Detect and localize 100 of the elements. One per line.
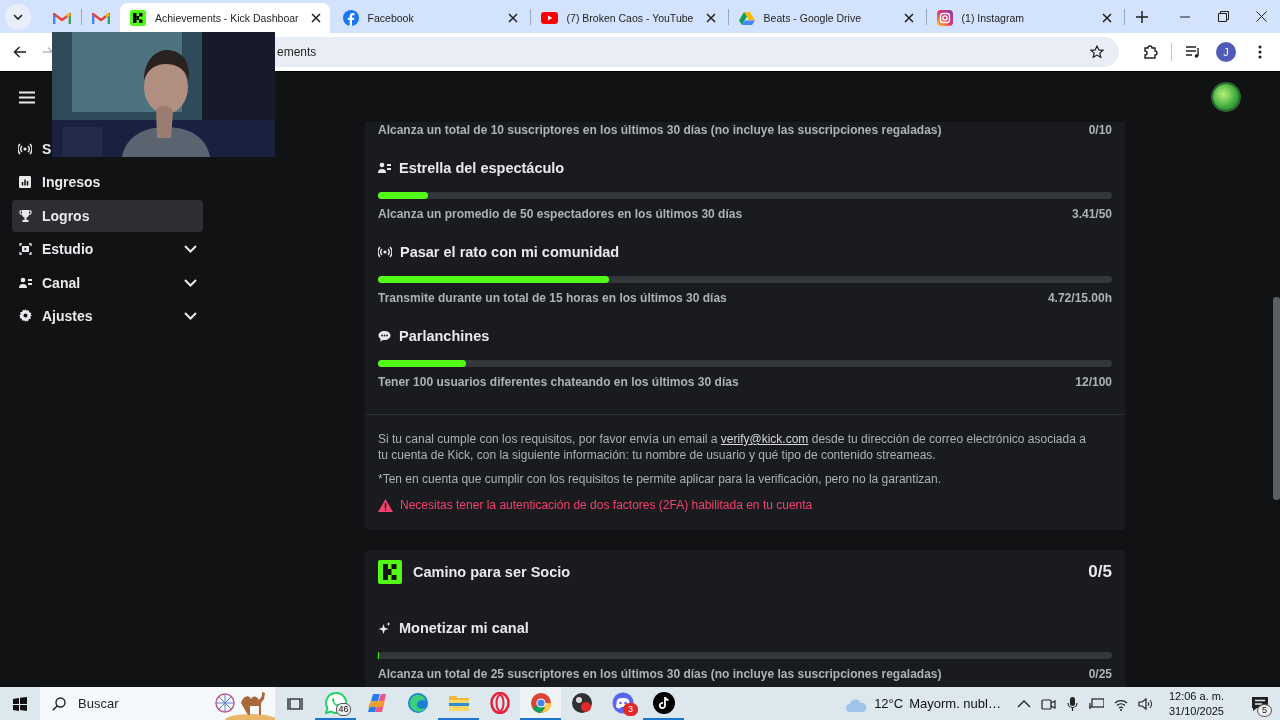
clock[interactable]: 12:06 a. m. 31/10/2025 (1154, 687, 1240, 720)
wave-logo-icon (406, 691, 429, 714)
broadcast-icon (18, 143, 32, 155)
warning-message: Necesitas tener la autenticación de dos factores (2FA) habilitada en tu cuenta (400, 497, 813, 513)
sparkle-icon (378, 621, 391, 635)
achievement-description: Alcanza un total de 25 suscriptores en los últimos 30 días (no incluye las suscripciones regaladas) (378, 666, 942, 682)
close-icon (1101, 13, 1112, 23)
achievement-description: Tener 100 usuarios diferentes chateando en los últimos 30 días (378, 374, 739, 390)
people-icon (378, 162, 391, 174)
card-title: Camino para ser Socio (413, 564, 572, 580)
sidebar-item[interactable]: Estudio (12, 233, 203, 266)
monitor-icon (1089, 697, 1105, 710)
broadcast-icon (378, 246, 392, 258)
speaker-icon (1138, 696, 1153, 711)
progress-count: 0/5 (1088, 562, 1112, 582)
progress-value: 3.41/50 (1071, 206, 1112, 222)
chevron-down-icon (184, 245, 197, 254)
network-button[interactable] (1086, 697, 1107, 710)
sidebar-item[interactable]: Ajustes (12, 299, 203, 332)
trophy-icon (18, 209, 32, 223)
screen-icon (18, 243, 32, 256)
browser-tab[interactable]: (7) Broken Caos - YouTube (530, 3, 725, 33)
task-view-icon (287, 696, 303, 711)
weather-widget[interactable]: 12°C Mayorm. nubl… (846, 687, 1015, 720)
play-icon (540, 12, 558, 24)
progress-value: 0/25 (1088, 666, 1112, 682)
ring-logo-icon (489, 691, 510, 714)
chevron-down-icon (184, 278, 197, 287)
close-icon (903, 13, 914, 23)
sidebar-item[interactable]: S (12, 133, 52, 165)
playlist-icon (1185, 45, 1201, 59)
restore-icon (1217, 11, 1229, 22)
progress-value: 0/10 (1088, 122, 1112, 138)
avatar-icon[interactable] (1213, 84, 1239, 110)
minimize-icon (1180, 15, 1190, 18)
sidebar-item[interactable]: Canal (12, 266, 203, 299)
achievement-title: Pasar el rato con mi comunidad (400, 244, 620, 260)
logo-icon (130, 10, 146, 26)
folder-icon (447, 693, 470, 712)
chat-bubble-icon (378, 330, 391, 342)
notification-badge: 46 (336, 703, 351, 716)
kebab-menu-icon (1258, 45, 1262, 59)
email-link[interactable]: verify@kick.com (720, 432, 809, 446)
people-icon (18, 276, 32, 289)
achievement-description: Transmite durante un total de 15 horas en los últimos 30 días (378, 290, 727, 306)
browser-tab[interactable]: Facebook (332, 3, 527, 33)
achievement-title: Monetizar mi canal (399, 620, 529, 636)
chat-bubble-icon (324, 691, 347, 714)
browser-logo-icon (529, 691, 552, 714)
camera-icon (1041, 696, 1057, 711)
swirl-icon (365, 691, 388, 714)
menu-icon (19, 90, 35, 104)
scrollbar[interactable] (1273, 297, 1280, 500)
volume-button[interactable] (1135, 696, 1155, 711)
settings-icon (18, 309, 32, 323)
back-arrow-icon (13, 46, 27, 58)
browser-tab[interactable]: (1) Instagram (926, 3, 1121, 33)
chevron-down-icon (13, 14, 23, 20)
puzzle-icon (1142, 44, 1158, 60)
triangle-logo-icon (738, 11, 755, 25)
notifications-button[interactable]: 5 (1240, 687, 1280, 720)
address-field[interactable]: ements (275, 37, 1119, 67)
achievement-title: Estrella del espectáculo (399, 160, 565, 176)
close-icon (507, 13, 518, 23)
taskbar-app[interactable]: 46 (315, 687, 356, 720)
tab-list-button[interactable] (5, 4, 31, 30)
camera-button[interactable] (1038, 696, 1059, 711)
achievement-description: Alcanza un total de 10 suscriptores en los últimos 30 días (no incluye las suscripciones regaladas) (378, 122, 942, 138)
taskbar-app[interactable]: 3 (602, 687, 643, 720)
star-icon (1090, 45, 1104, 59)
progress-value: 4.72/15.00h (1047, 290, 1112, 306)
chevron-down-icon (184, 311, 197, 320)
close-icon (310, 13, 321, 23)
sidebar-item[interactable]: Logros (12, 199, 203, 232)
bar-chart-icon (19, 176, 31, 189)
round-logo-icon (342, 10, 359, 26)
mail-icon (53, 11, 71, 25)
mail-icon (92, 11, 110, 25)
record-icon (570, 691, 593, 714)
camera-logo-icon (936, 10, 953, 26)
verification-info: Si tu canal cumple con los requisitos, por favor envía un email a verify@kick.com desde tu dirección de correo electrónico asociada a tu cuenta de Kick, con la siguiente información: tu nombre de usuario y qué tipo de contenido streameas. (378, 431, 1087, 463)
verification-note: *Ten en cuenta que cumplir con los requisitos te permite aplicar para la verificación, pero no la garantizan. (378, 471, 942, 487)
close-icon (1255, 11, 1267, 22)
music-note-icon (652, 691, 675, 714)
chevron-up-icon (1017, 698, 1032, 709)
notification-badge: 3 (623, 703, 638, 716)
search-field[interactable]: Buscar (40, 687, 275, 720)
microphone-icon (1066, 696, 1080, 711)
browser-tab[interactable]: Achievements - Kick Dashboar (120, 3, 330, 33)
windows-logo-icon (13, 696, 27, 711)
search-icon (52, 696, 66, 711)
profile-button[interactable]: J (1216, 42, 1236, 62)
close-icon (705, 13, 716, 23)
notification-badge: 5 (1257, 704, 1272, 717)
sidebar-item[interactable]: Ingresos (12, 166, 101, 199)
achievement-description: Alcanza un promedio de 50 espectadores en los últimos 30 días (378, 206, 743, 222)
warning-icon (378, 498, 393, 512)
achievement-title: Parlanchines (399, 328, 490, 344)
progress-value: 12/100 (1075, 374, 1112, 390)
browser-tab[interactable]: Beats - Google Drive (728, 3, 923, 33)
